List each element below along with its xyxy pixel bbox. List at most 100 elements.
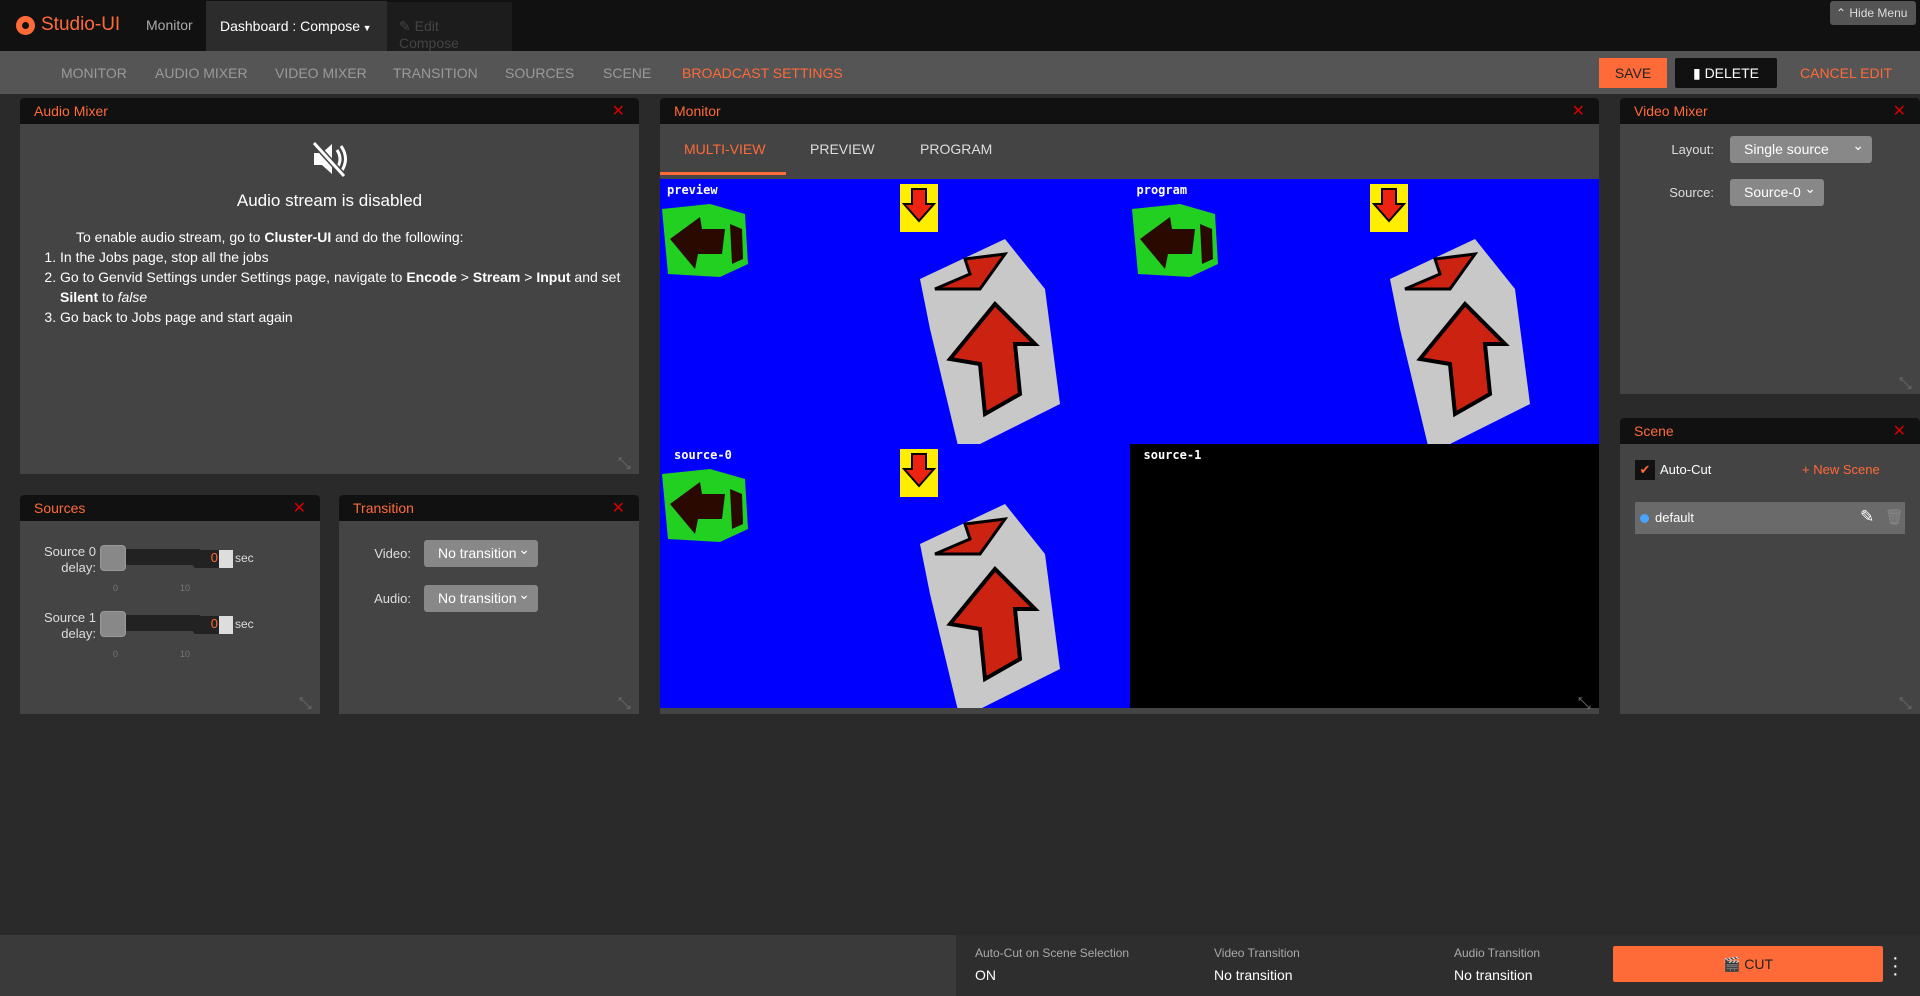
delete-button[interactable]: ▮ DELETE — [1675, 58, 1777, 88]
step-2: Go to Genvid Settings under Settings pag… — [60, 267, 639, 307]
slider-handle[interactable] — [100, 545, 126, 571]
yellow-box-icon — [900, 448, 938, 497]
monitor-panel: Monitor ✕ MULTI-VIEW PREVIEW PROGRAM prev… — [660, 98, 1599, 714]
video-transition-select[interactable]: No transition — [424, 536, 538, 567]
hide-menu-button[interactable]: ⌃ Hide Menu — [1830, 1, 1916, 25]
view-preview[interactable]: preview — [660, 179, 1130, 444]
edit-compose-button[interactable]: ✎ Edit Compose — [387, 2, 512, 51]
tab-multi-view[interactable]: MULTI-VIEW — [684, 141, 765, 157]
panel-header[interactable]: Transition ✕ — [339, 495, 639, 521]
layout-select[interactable]: Single source — [1730, 132, 1872, 163]
clapperboard-icon: 🎬 — [1722, 956, 1745, 972]
panel-header[interactable]: Monitor ✕ — [660, 98, 1599, 124]
close-icon[interactable]: ✕ — [1893, 421, 1906, 441]
app-logo[interactable]: Studio-UI — [16, 14, 120, 36]
menu-audio-mixer[interactable]: AUDIO MIXER — [155, 65, 248, 81]
resize-handle-icon[interactable]: ⟷ — [613, 692, 635, 714]
white-cube-icon — [1389, 239, 1530, 444]
tab-program[interactable]: PROGRAM — [920, 141, 992, 157]
panel-header[interactable]: Audio Mixer ✕ — [20, 98, 639, 124]
view-label: program — [1136, 183, 1188, 197]
text: Input — [536, 269, 571, 285]
text: > — [520, 269, 537, 285]
menu-transition[interactable]: TRANSITION — [393, 65, 478, 81]
text: and do the following: — [331, 229, 464, 245]
view-label: source-0 — [674, 447, 732, 462]
text: Stream — [472, 269, 521, 285]
white-cube-icon — [920, 503, 1060, 708]
source-1-delay-slider[interactable] — [100, 611, 202, 637]
text: Source 1 — [43, 610, 96, 625]
tab-preview[interactable]: PREVIEW — [810, 141, 875, 157]
step-1: In the Jobs page, stop all the jobs — [60, 247, 639, 267]
source-select[interactable]: Source-0 — [1730, 175, 1824, 206]
autocut-status-value: ON — [975, 967, 996, 983]
source-0-delay-slider[interactable] — [100, 545, 202, 571]
save-button[interactable]: SAVE — [1599, 58, 1667, 88]
trash-icon[interactable]: 🗑 — [1885, 508, 1904, 526]
source-1-delay-input[interactable]: 0 — [193, 616, 233, 634]
resize-handle-icon[interactable]: ⟷ — [613, 452, 635, 474]
video-transition-label: Video: — [374, 546, 411, 561]
nav-monitor[interactable]: Monitor — [146, 17, 193, 33]
menu-sources[interactable]: SOURCES — [505, 65, 574, 81]
close-icon[interactable]: ✕ — [1893, 101, 1906, 121]
resize-handle-icon[interactable]: ⟷ — [1894, 692, 1916, 714]
delete-label: DELETE — [1704, 65, 1760, 81]
close-icon[interactable]: ✕ — [293, 498, 306, 518]
video-transition-status-label: Video Transition — [1214, 946, 1300, 960]
resize-handle-icon[interactable]: ⟷ — [1894, 372, 1916, 394]
green-cube-icon — [662, 204, 748, 277]
film-reel-icon — [16, 15, 35, 35]
scene-item[interactable]: default ✎ 🗑 — [1635, 502, 1905, 534]
menu-video-mixer[interactable]: VIDEO MIXER — [275, 65, 367, 81]
more-options-icon[interactable]: · · · — [1892, 948, 1899, 984]
menu-monitor[interactable]: MONITOR — [61, 65, 127, 81]
menu-broadcast-settings[interactable]: BROADCAST SETTINGS — [682, 65, 843, 81]
muted-speaker-icon — [311, 140, 347, 179]
view-source-0[interactable]: source-0 — [660, 443, 1130, 708]
audio-disabled-title: Audio stream is disabled — [236, 191, 423, 210]
caret-down-icon: ▼ — [360, 23, 372, 33]
slider-handle[interactable] — [100, 611, 126, 637]
active-tab-indicator — [660, 172, 786, 175]
auto-cut-label: Auto-Cut — [1660, 462, 1712, 477]
audio-transition-label: Audio: — [374, 591, 411, 606]
source-label: Source: — [1669, 185, 1714, 200]
text: Silent — [60, 289, 99, 305]
menu-scene[interactable]: SCENE — [603, 65, 651, 81]
yellow-box-icon — [900, 184, 938, 232]
pencil-icon: ✎ — [399, 18, 415, 34]
view-source-1[interactable]: source-1 — [1129, 443, 1599, 708]
new-scene-button[interactable]: + New Scene — [1802, 462, 1880, 477]
close-icon[interactable]: ✕ — [612, 101, 625, 121]
panel-header[interactable]: Sources ✕ — [20, 495, 320, 521]
dashboard-dropdown[interactable]: Dashboard : Compose ▼ — [206, 1, 387, 51]
pencil-icon[interactable]: ✎ — [1860, 507, 1874, 527]
close-icon[interactable]: ✕ — [1572, 101, 1585, 121]
layout-label: Layout: — [1671, 142, 1714, 157]
panel-header[interactable]: Video Mixer ✕ — [1620, 98, 1920, 124]
monitor-tabs: MULTI-VIEW PREVIEW PROGRAM — [660, 124, 1599, 175]
text: Go to Genvid Settings under Settings pag… — [60, 269, 407, 285]
resize-handle-icon[interactable]: ⟷ — [294, 692, 316, 714]
trash-icon: ▮ — [1692, 65, 1705, 81]
source-delay-label: Source 0 delay: — [34, 544, 96, 576]
cluster-ui-text: Cluster-UI — [264, 229, 332, 245]
source-0-delay-input[interactable]: 0 — [193, 550, 233, 568]
audio-transition-select[interactable]: No transition — [424, 581, 538, 612]
multi-view-grid: preview program source-0 source-1 — [660, 179, 1599, 708]
hide-menu-label: Hide Menu — [1849, 6, 1908, 20]
cancel-edit-button[interactable]: CANCEL EDIT — [1800, 58, 1892, 88]
text: > — [456, 269, 473, 285]
cut-button[interactable]: 🎬 CUT — [1613, 946, 1883, 982]
view-program[interactable]: program — [1129, 179, 1599, 444]
video-mixer-panel: Video Mixer ✕ Layout: Single source Source… — [1620, 98, 1920, 394]
panel-header[interactable]: Scene ✕ — [1620, 418, 1920, 444]
sources-panel: Sources ✕ Source 0 delay: 0 10 0 sec Sourc… — [20, 495, 320, 714]
close-icon[interactable]: ✕ — [612, 498, 625, 518]
chevron-up-icon: ⌃ — [1836, 6, 1850, 20]
text: and set — [570, 269, 621, 285]
auto-cut-checkbox[interactable]: ✔ — [1635, 460, 1655, 480]
white-cube-icon — [920, 239, 1060, 444]
